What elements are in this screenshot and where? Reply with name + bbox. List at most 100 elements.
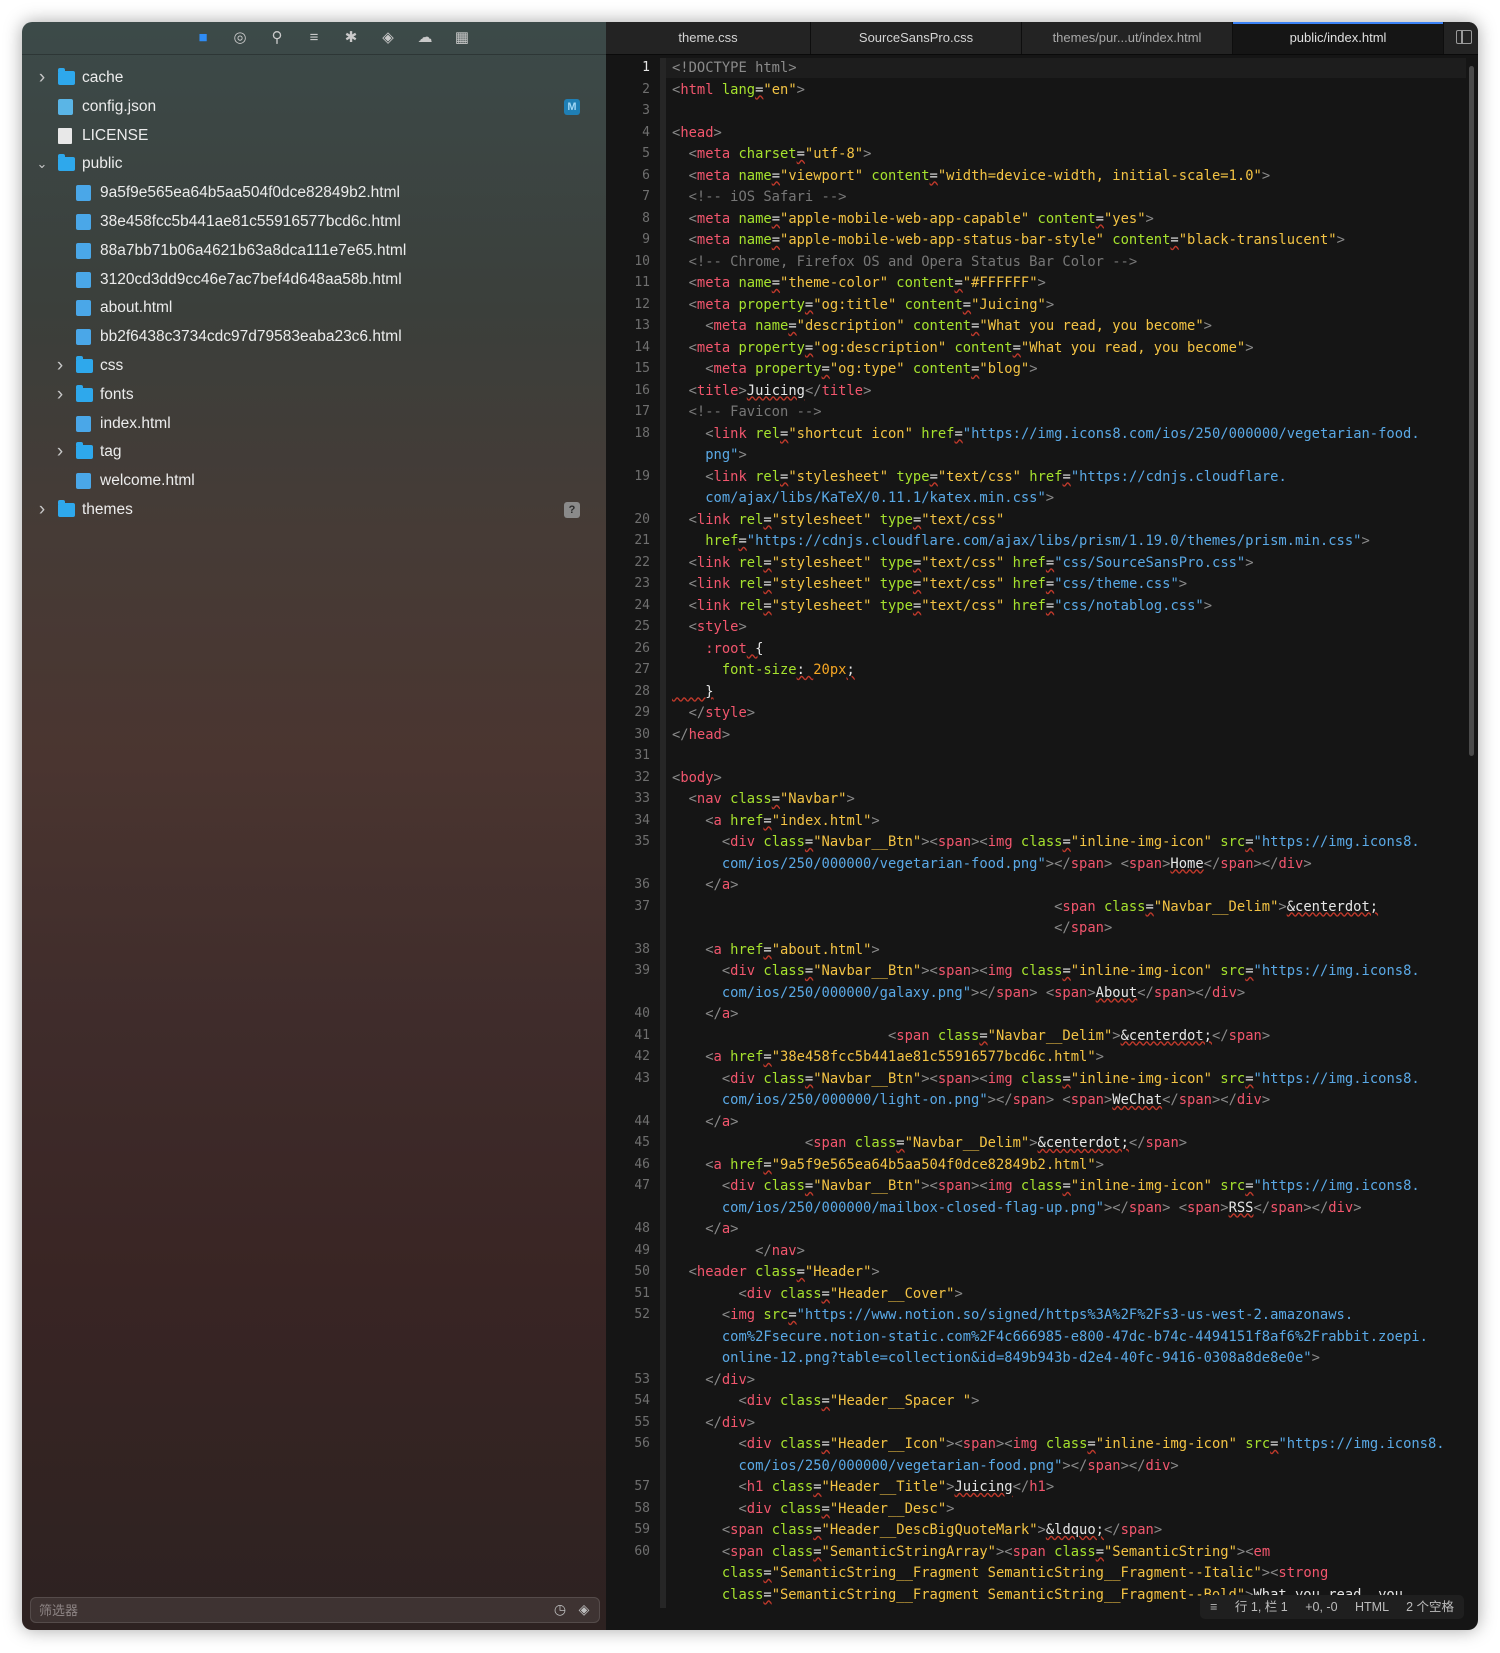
tab-sourcesanspro-css[interactable]: SourceSansPro.css [811, 22, 1022, 54]
globe-icon[interactable]: ◎ [230, 28, 250, 48]
line-number: 60 [634, 1543, 650, 1559]
line-number: 37 [634, 898, 650, 914]
code-token: = [1245, 963, 1254, 979]
folder-icon[interactable]: ■ [193, 28, 213, 48]
code-token: < [672, 812, 714, 829]
chevron-right-icon[interactable]: › [53, 438, 67, 466]
git-icon[interactable]: ◈ [378, 28, 398, 48]
code-token: div [746, 1436, 772, 1452]
code-token: > [1103, 920, 1113, 936]
code-token: : [796, 662, 814, 678]
language-select[interactable]: HTML [1355, 1600, 1389, 1614]
code-token: img [987, 963, 1013, 979]
code-token: > [730, 1113, 739, 1130]
code-token: meta [696, 146, 731, 162]
folder-row[interactable]: › fonts [22, 381, 606, 409]
code-token: "inline-img-icon" [1070, 834, 1212, 850]
code-token: > [730, 1006, 739, 1022]
file-row[interactable]: 38e458fcc5b441ae81c55916577bcd6c.html [22, 208, 606, 236]
code-token: ></ [1062, 1457, 1088, 1474]
code-token: < [672, 576, 697, 592]
tab-themes-index-html[interactable]: themes/pur...ut/index.html [1022, 22, 1233, 54]
chevron-right-icon[interactable]: › [35, 64, 49, 92]
tab-public-index-html[interactable]: public/index.html [1233, 22, 1444, 54]
code-line: <!-- Favicon --> [672, 402, 822, 422]
chevron-right-icon[interactable]: › [35, 496, 49, 524]
filter-input[interactable] [37, 1600, 521, 1620]
code-token: ></ [1103, 1199, 1129, 1216]
file-row[interactable]: 3120cd3dd9cc46e7ac7bef4d648aa58b.html [22, 266, 606, 294]
code-token: "index.html" [771, 812, 872, 829]
file-row[interactable]: bb2f6438c3734cdc97d79583eaba23c6.html [22, 323, 606, 351]
code-token: = [1245, 1178, 1254, 1194]
code-token: < [672, 146, 697, 162]
cursor-position[interactable]: 行 1, 栏 1 [1235, 1600, 1288, 1614]
line-number: 11 [634, 275, 650, 290]
file-row[interactable]: about.html [22, 294, 606, 322]
line-number: 24 [634, 597, 650, 613]
line-number: 27 [634, 662, 650, 677]
grid-icon[interactable]: ▦ [452, 28, 472, 48]
code-token: = [771, 791, 780, 807]
outline-icon[interactable]: ≡ [304, 28, 324, 48]
folder-row[interactable]: › tag [22, 438, 606, 466]
tab-theme-css[interactable]: theme.css [606, 22, 811, 54]
file-row[interactable]: config.json M [22, 93, 606, 121]
fold-bar[interactable] [660, 58, 666, 1608]
split-view-icon[interactable] [1456, 30, 1472, 44]
file-row[interactable]: 9a5f9e565ea64b5aa504f0dce82849b2.html [22, 179, 606, 207]
cloud-icon[interactable]: ☁ [415, 28, 435, 48]
code-token: = [954, 275, 963, 291]
code-token: > [1112, 1027, 1121, 1044]
chevron-down-icon[interactable]: ⌄ [35, 150, 49, 178]
line-number: 47 [634, 1178, 650, 1193]
code-token: >< [921, 963, 938, 979]
folder-row[interactable]: ⌄ public [22, 150, 606, 178]
indent-select[interactable]: 2 个空格 [1406, 1600, 1454, 1614]
vertical-scrollbar[interactable] [1469, 66, 1474, 756]
asterisk-icon[interactable]: ✱ [341, 28, 361, 48]
folder-row[interactable]: › themes? [22, 496, 606, 524]
code-token: name [746, 318, 789, 334]
code-token: < [672, 554, 697, 571]
code-token: "Header__Cover" [829, 1285, 955, 1302]
code-token: > [1145, 210, 1154, 227]
list-icon[interactable]: ≡ [1210, 1600, 1217, 1614]
code-token: "shortcut icon" [788, 425, 913, 442]
code-token: > [1087, 984, 1096, 1001]
code-token: span [1054, 984, 1088, 1001]
chevron-right-icon[interactable]: › [53, 352, 67, 380]
code-token: div [746, 1285, 772, 1302]
git-filter-icon[interactable]: ◈ [575, 1600, 593, 1618]
code-token: "https://img.icons8. [1253, 963, 1420, 979]
code-token: < [672, 1135, 814, 1151]
line-number: 52 [634, 1307, 650, 1322]
code-area[interactable]: 1 2 3 4 5 6 7 8 9 10 11 12 13 14 15 16 17 18 19 20 21 22 23 24 2… [606, 58, 1478, 1608]
folder-row[interactable]: › cache [22, 64, 606, 92]
line-number: 46 [634, 1156, 650, 1172]
file-row[interactable]: 88a7bb71b06a4621b63a8dca111e7e65.html [22, 237, 606, 265]
file-row[interactable]: index.html [22, 410, 606, 438]
code-token: = [1045, 576, 1055, 592]
clock-icon[interactable]: ◷ [551, 1600, 569, 1618]
code-token: "viewport" [780, 167, 864, 184]
code-token: > [863, 382, 872, 399]
line-number: 22 [634, 554, 650, 570]
code-token: "utf-8" [804, 146, 864, 162]
code-token: = [813, 1543, 822, 1560]
code-token: = [763, 1156, 772, 1173]
code-token: span [937, 834, 972, 850]
file-row[interactable]: welcome.html [22, 467, 606, 495]
line-number: 19 [634, 468, 650, 484]
code-token: = [763, 576, 772, 592]
code-line: <style> [672, 617, 747, 637]
line-number: 6 [642, 167, 650, 183]
file-row[interactable]: LICENSE [22, 122, 606, 150]
chevron-right-icon[interactable]: › [53, 381, 67, 409]
search-icon[interactable]: ⚲ [267, 28, 287, 48]
code-line: <meta property="og:type" content="blog"> [672, 359, 1037, 379]
code-token: ></ [1253, 855, 1279, 872]
code-token: class [1045, 1543, 1096, 1560]
code-token: name [730, 167, 772, 184]
folder-row[interactable]: › css [22, 352, 606, 380]
